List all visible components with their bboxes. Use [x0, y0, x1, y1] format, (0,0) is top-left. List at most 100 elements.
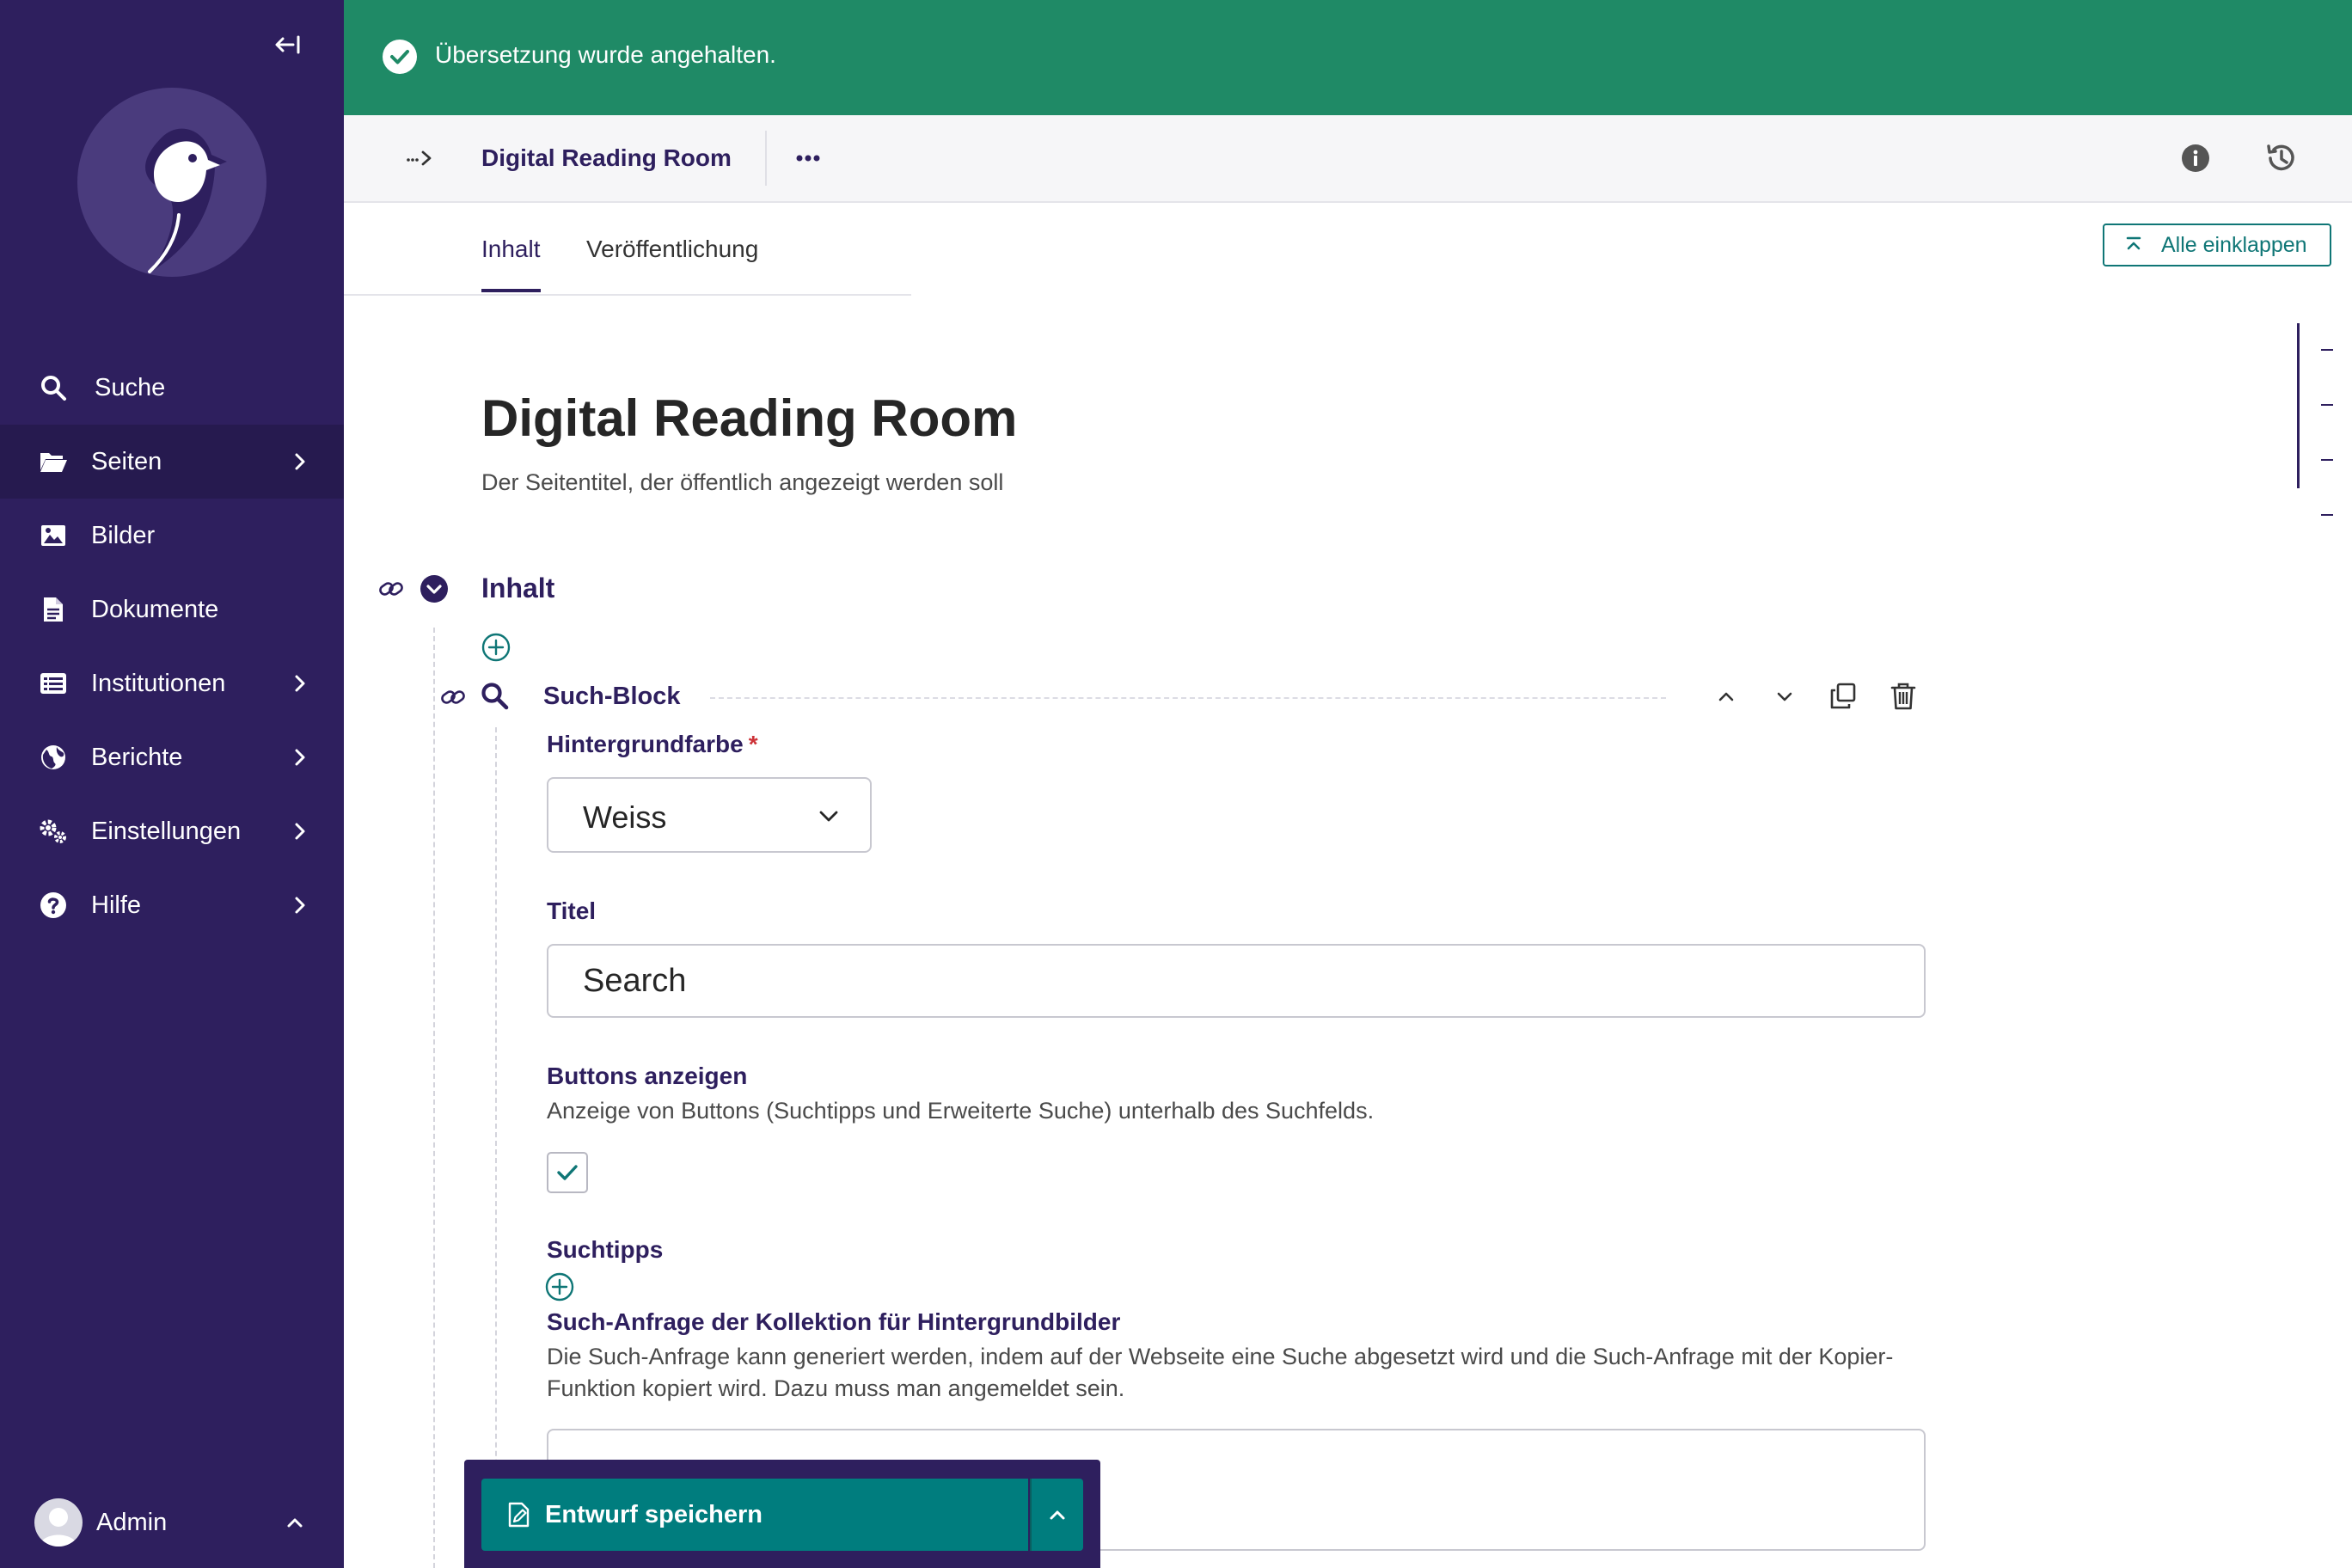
page-title-help: Der Seitentitel, der öffentlich angezeig… [481, 469, 1004, 495]
collapse-all-button[interactable]: Alle einklappen [2103, 224, 2331, 266]
minimap-item[interactable] [2321, 404, 2333, 406]
duplicate-button[interactable] [1828, 681, 1859, 712]
delete-button[interactable] [1888, 681, 1919, 712]
minimap-item[interactable] [2321, 514, 2333, 516]
sidebar-item-help[interactable]: Hilfe [0, 868, 344, 942]
list-icon [38, 668, 69, 699]
draft-icon [507, 1502, 531, 1528]
sidebar-item-label: Seiten [91, 447, 162, 475]
globe-icon [38, 742, 69, 773]
title-label: Titel [547, 897, 597, 924]
document-icon [38, 594, 69, 625]
success-banner: Übersetzung wurde angehalten. [344, 0, 2352, 115]
sidebar-item-documents[interactable]: Dokumente [0, 573, 344, 646]
sidebar-item-label: Einstellungen [91, 817, 242, 845]
page-title[interactable]: Digital Reading Room [481, 389, 1017, 448]
chevron-right-icon [289, 672, 311, 695]
add-block-icon[interactable] [481, 633, 511, 662]
trash-icon [1890, 683, 1916, 710]
collapse-sidebar-button[interactable] [268, 26, 306, 64]
background-color-label: Hintergrundfarbe * [547, 731, 758, 758]
show-buttons-checkbox[interactable] [547, 1152, 588, 1193]
sidebar-item-label: Dokumente [91, 595, 219, 623]
avatar [34, 1498, 83, 1547]
show-buttons-label: Buttons anzeigen [547, 1063, 748, 1089]
info-icon[interactable] [2178, 141, 2213, 175]
sidebar-item-search[interactable]: Suche [0, 351, 344, 425]
sidebar: Suche Seiten Bilder Dokumente Institutio… [0, 0, 344, 1568]
chevron-down-icon [815, 803, 842, 830]
sidebar-item-images[interactable]: Bilder [0, 499, 344, 573]
block-guide-line [495, 727, 497, 1568]
required-mark: * [748, 731, 758, 757]
sidebar-item-label: Institutionen [91, 669, 226, 697]
page-header: Digital Reading Room [344, 115, 2352, 203]
editor-tabs: Inhalt Veröffentlichung [344, 203, 911, 296]
link-icon[interactable] [378, 576, 404, 602]
chevron-down-icon [1777, 692, 1792, 701]
sidebar-item-label: Bilder [91, 521, 156, 549]
title-input[interactable] [547, 944, 1926, 1018]
more-actions-icon[interactable] [791, 141, 825, 175]
folder-open-icon [38, 446, 69, 477]
selected-value: Weiss [583, 799, 667, 835]
query-help: Die Such-Anfrage kann generiert werden, … [547, 1344, 1894, 1401]
chevron-right-icon [289, 820, 311, 842]
sidebar-item-label: Suche [95, 373, 166, 401]
search-tips-label: Suchtipps [547, 1236, 664, 1263]
link-icon[interactable] [440, 684, 466, 710]
collapse-all-label: Alle einklappen [2161, 232, 2307, 257]
wagtail-logo[interactable] [76, 86, 268, 279]
section-heading: Inhalt [481, 573, 555, 603]
move-up-button[interactable] [1711, 681, 1742, 712]
sidebar-item-institutions[interactable]: Institutionen [0, 646, 344, 720]
chevron-down-circle-icon[interactable] [420, 574, 449, 603]
search-icon [38, 372, 69, 403]
sidebar-item-reports[interactable]: Berichte [0, 720, 344, 794]
minimap-indicator [2297, 323, 2300, 488]
footer-actions: Entwurf speichern [464, 1460, 1100, 1568]
block-title[interactable]: Such-Block [543, 683, 681, 711]
history-icon[interactable] [2263, 139, 2300, 177]
chevron-up-icon [1050, 1510, 1065, 1520]
collapse-left-icon [275, 35, 300, 54]
minimap-item[interactable] [2321, 459, 2333, 461]
section-guide-line [433, 628, 435, 1568]
save-draft-button[interactable]: Entwurf speichern [481, 1479, 1028, 1551]
background-color-select[interactable]: Weiss [547, 777, 872, 853]
sidebar-item-pages[interactable]: Seiten [0, 425, 344, 499]
chevron-right-icon [289, 746, 311, 769]
sidebar-item-label: Berichte [91, 743, 183, 771]
header-divider [765, 131, 767, 186]
search-icon [480, 681, 511, 712]
minimap-item[interactable] [2321, 349, 2333, 351]
checkmark-icon [557, 1165, 578, 1180]
add-item-icon[interactable] [545, 1272, 574, 1302]
header-page-title[interactable]: Digital Reading Room [481, 144, 732, 172]
copy-icon [1830, 683, 1856, 709]
account-menu[interactable]: Admin [0, 1487, 344, 1556]
query-label: Such-Anfrage der Kollektion für Hintergr… [547, 1308, 1121, 1335]
show-buttons-help: Anzeige von Buttons (Suchtipps und Erwei… [547, 1098, 1375, 1124]
save-draft-label: Entwurf speichern [545, 1500, 763, 1528]
chevron-right-icon [289, 894, 311, 916]
background-color-label-text: Hintergrundfarbe [547, 731, 744, 757]
cogs-icon [38, 816, 69, 847]
breadcrumb-toggle-icon[interactable] [404, 141, 438, 175]
move-down-button[interactable] [1769, 681, 1800, 712]
account-name: Admin [96, 1509, 168, 1536]
more-save-options-button[interactable] [1030, 1479, 1083, 1551]
chevron-right-icon [289, 450, 311, 473]
block-header-rule [710, 697, 1666, 699]
chevron-up-icon [282, 1510, 308, 1535]
tab-publishing[interactable]: Veröffentlichung [586, 236, 758, 263]
app-root: Suche Seiten Bilder Dokumente Institutio… [0, 0, 2352, 1568]
banner-message: Übersetzung wurde angehalten. [435, 41, 776, 68]
image-icon [38, 520, 69, 551]
tab-content[interactable]: Inhalt [481, 236, 541, 292]
check-circle-icon [382, 39, 418, 75]
sidebar-item-settings[interactable]: Einstellungen [0, 794, 344, 868]
collapse-up-icon [2123, 235, 2144, 255]
chevron-up-icon [1718, 692, 1734, 701]
sidebar-item-label: Hilfe [91, 891, 142, 919]
